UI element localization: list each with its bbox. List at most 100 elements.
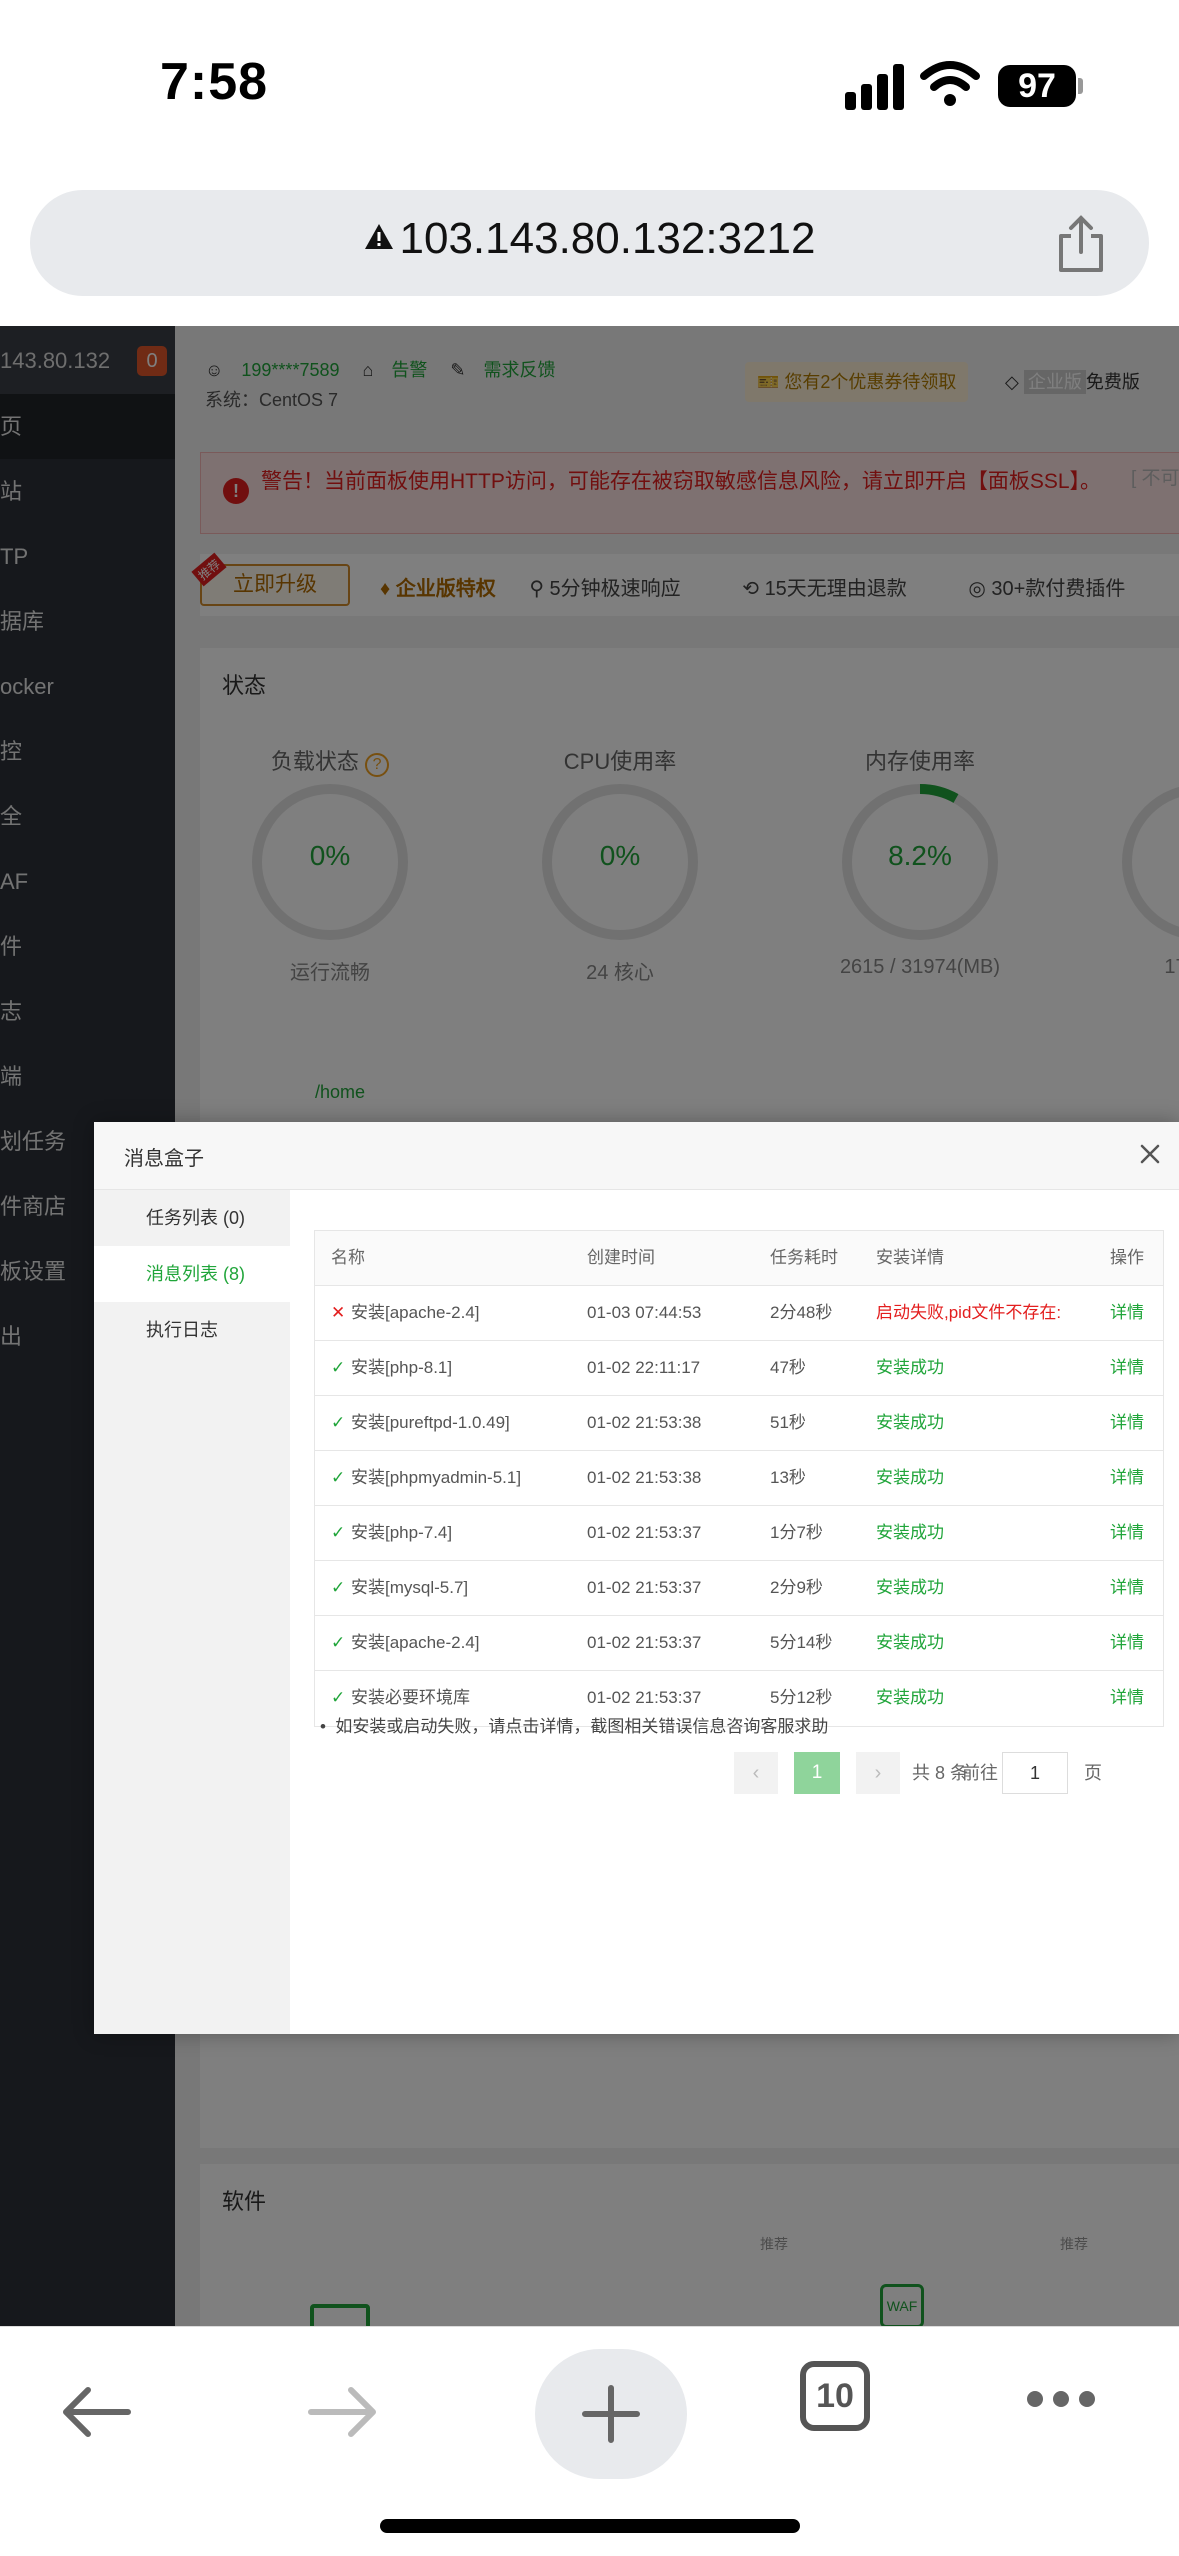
col-created: 创建时间 xyxy=(587,1248,655,1267)
success-check-icon: ✓ xyxy=(331,1468,346,1487)
row-name: ✓ 安装[mysql-5.7] xyxy=(331,1561,581,1615)
col-action: 操作 xyxy=(1110,1248,1144,1267)
address-bar[interactable]: 103.143.80.132:3212 xyxy=(30,190,1149,296)
table-header: 名称 创建时间 任务耗时 安装详情 操作 xyxy=(315,1231,1163,1286)
table-row: ✓ 安装[phpmyadmin-5.1] 01-02 21:53:38 13秒 安装成功… xyxy=(315,1451,1163,1506)
clock: 7:58 xyxy=(160,53,269,111)
page-1-button[interactable]: 1 xyxy=(794,1752,840,1794)
row-duration: 5分14秒 xyxy=(770,1633,833,1652)
battery-indicator: 97 xyxy=(998,65,1076,107)
browser-toolbar: 10 xyxy=(0,2326,1179,2556)
row-name-text: 安装[pureftpd-1.0.49] xyxy=(351,1413,510,1432)
row-created: 01-02 21:53:37 xyxy=(587,1578,702,1597)
row-detail-link[interactable]: 详情 xyxy=(1110,1451,1160,1505)
row-name-text: 安装[apache-2.4] xyxy=(351,1303,480,1322)
modal-nav: 任务列表 (0) 消息列表 (8) 执行日志 xyxy=(94,1190,290,2034)
success-check-icon: ✓ xyxy=(331,1523,346,1542)
row-detail-link[interactable]: 详情 xyxy=(1110,1506,1160,1560)
cellular-signal-icon xyxy=(845,60,907,110)
row-duration: 47秒 xyxy=(770,1358,806,1377)
plus-icon xyxy=(582,2385,640,2443)
row-detail: 安装成功 xyxy=(876,1468,944,1487)
prev-page-button[interactable]: ‹ xyxy=(734,1752,778,1794)
table-row: ✓ 安装[php-8.1] 01-02 22:11:17 47秒 安装成功 详情 xyxy=(315,1341,1163,1396)
row-duration: 51秒 xyxy=(770,1413,806,1432)
total-count: 共 8 条 xyxy=(912,1763,969,1783)
back-arrow-icon[interactable] xyxy=(58,2382,134,2442)
col-name: 名称 xyxy=(331,1248,365,1267)
row-name-text: 安装[mysql-5.7] xyxy=(351,1578,469,1597)
tab-execution-log[interactable]: 执行日志 xyxy=(94,1302,290,1358)
row-detail: 安装成功 xyxy=(876,1413,944,1432)
home-indicator[interactable] xyxy=(380,2519,800,2533)
row-name: ✓ 安装[phpmyadmin-5.1] xyxy=(331,1451,581,1505)
row-duration: 2分9秒 xyxy=(770,1578,823,1597)
success-check-icon: ✓ xyxy=(331,1413,346,1432)
tabs-button[interactable]: 10 xyxy=(800,2361,870,2431)
close-icon[interactable] xyxy=(1134,1138,1166,1170)
wifi-icon xyxy=(920,61,980,106)
row-name: ✓ 安装[pureftpd-1.0.49] xyxy=(331,1396,581,1450)
col-detail: 安装详情 xyxy=(876,1248,944,1267)
success-check-icon: ✓ xyxy=(331,1358,346,1377)
page-input[interactable]: 1 xyxy=(1002,1752,1068,1794)
row-created: 01-02 22:11:17 xyxy=(587,1358,701,1377)
tab-message-list[interactable]: 消息列表 (8) xyxy=(94,1246,290,1302)
table-row: ✓ 安装[mysql-5.7] 01-02 21:53:37 2分9秒 安装成功 详情 xyxy=(315,1561,1163,1616)
row-name-text: 安装必要环境库 xyxy=(351,1688,470,1707)
next-page-button[interactable]: › xyxy=(856,1752,900,1794)
row-name-text: 安装[apache-2.4] xyxy=(351,1633,480,1652)
row-detail-link[interactable]: 详情 xyxy=(1110,1671,1160,1725)
modal-header: 消息盒子 xyxy=(94,1122,1179,1190)
row-created: 01-02 21:53:37 xyxy=(587,1523,702,1542)
success-check-icon: ✓ xyxy=(331,1578,346,1597)
message-table: 名称 创建时间 任务耗时 安装详情 操作 ✕ 安装[apache-2.4] 01-0… xyxy=(314,1230,1164,1727)
row-created: 01-02 21:53:38 xyxy=(587,1468,702,1487)
row-created: 01-03 07:44:53 xyxy=(587,1303,702,1322)
battery-cap xyxy=(1078,78,1083,94)
table-row: ✕ 安装[apache-2.4] 01-03 07:44:53 2分48秒 启动失败,p… xyxy=(315,1286,1163,1341)
table-row: ✓ 安装[apache-2.4] 01-02 21:53:37 5分14秒 安装成功 详情 xyxy=(315,1616,1163,1671)
row-created: 01-02 21:53:38 xyxy=(587,1413,702,1432)
row-name: ✓ 安装[php-8.1] xyxy=(331,1341,581,1395)
row-name-text: 安装[php-7.4] xyxy=(351,1523,453,1542)
row-duration: 13秒 xyxy=(770,1468,806,1487)
new-tab-button[interactable] xyxy=(535,2349,687,2479)
row-name-text: 安装[phpmyadmin-5.1] xyxy=(351,1468,522,1487)
modal-title: 消息盒子 xyxy=(124,1148,204,1170)
help-note: • 如安装或启动失败，请点击详情，截图相关错误信息咨询客服求助 xyxy=(320,1717,829,1736)
message-box-modal: 消息盒子 任务列表 (0) 消息列表 (8) 执行日志 名称 创建时间 任务耗时… xyxy=(94,1122,1179,2034)
tab-task-list[interactable]: 任务列表 (0) xyxy=(94,1190,290,1246)
table-row: ✓ 安装[php-7.4] 01-02 21:53:37 1分7秒 安装成功 详情 xyxy=(315,1506,1163,1561)
table-row: ✓ 安装[pureftpd-1.0.49] 01-02 21:53:38 51秒 安装成… xyxy=(315,1396,1163,1451)
row-detail: 安装成功 xyxy=(876,1523,944,1542)
web-page: 143.80.1320 页 站 TP 据库 ocker 控 全 AF 件 志 端… xyxy=(0,326,1179,2326)
row-created: 01-02 21:53:37 xyxy=(587,1633,702,1652)
row-detail-link[interactable]: 详情 xyxy=(1110,1396,1160,1450)
row-detail-link[interactable]: 详情 xyxy=(1110,1341,1160,1395)
fail-cross-icon: ✕ xyxy=(331,1303,346,1322)
row-name: ✓ 安装[apache-2.4] xyxy=(331,1616,581,1670)
not-secure-warning-icon xyxy=(364,224,393,250)
ios-status-bar: 7:58 97 xyxy=(0,0,1179,180)
row-detail: 安装成功 xyxy=(876,1633,944,1652)
help-note-text: 如安装或启动失败，请点击详情，截图相关错误信息咨询客服求助 xyxy=(335,1717,829,1736)
more-icon[interactable] xyxy=(1025,2387,1097,2411)
row-detail-link[interactable]: 详情 xyxy=(1110,1561,1160,1615)
row-detail: 安装成功 xyxy=(876,1358,944,1377)
row-name: ✕ 安装[apache-2.4] xyxy=(331,1286,581,1340)
forward-arrow-icon[interactable] xyxy=(305,2382,381,2442)
row-detail: 安装成功 xyxy=(876,1578,944,1597)
row-duration: 2分48秒 xyxy=(770,1303,833,1322)
row-detail: 启动失败,pid文件不存在: xyxy=(876,1303,1062,1322)
row-detail: 安装成功 xyxy=(876,1688,944,1707)
col-duration: 任务耗时 xyxy=(770,1248,838,1267)
share-icon[interactable] xyxy=(1053,214,1109,274)
row-name-text: 安装[php-8.1] xyxy=(351,1358,453,1377)
goto-label: 前往 xyxy=(962,1763,998,1783)
row-detail-link[interactable]: 详情 xyxy=(1110,1616,1160,1670)
row-detail-link[interactable]: 详情 xyxy=(1110,1286,1160,1340)
row-duration: 1分7秒 xyxy=(770,1523,823,1542)
success-check-icon: ✓ xyxy=(331,1633,346,1652)
url-text: 103.143.80.132:3212 xyxy=(399,214,816,263)
